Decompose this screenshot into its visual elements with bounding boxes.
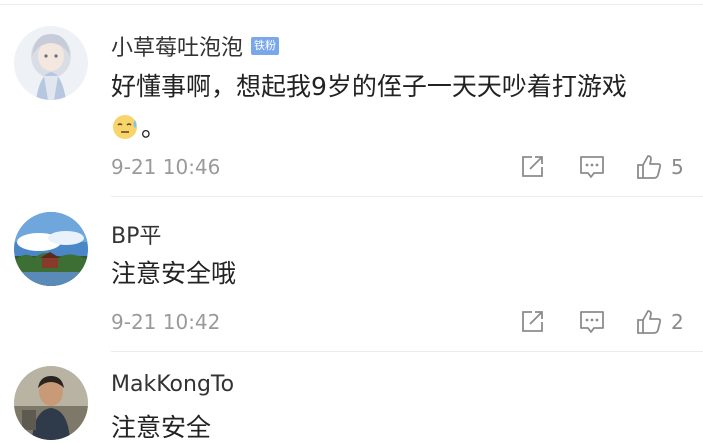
sweat-face-emoji	[111, 111, 141, 147]
share-icon	[522, 156, 543, 177]
boy-photo-avatar-image	[14, 366, 88, 440]
timestamp: 9-21 10:42	[111, 310, 221, 334]
username[interactable]: BP平	[111, 218, 161, 250]
landscape-avatar-image	[14, 212, 88, 286]
top-divider	[0, 4, 703, 5]
avatar[interactable]	[14, 366, 88, 440]
comment-icon	[580, 311, 604, 333]
anime-girl-avatar-image	[14, 26, 88, 100]
divider	[111, 196, 703, 197]
avatar[interactable]	[14, 26, 88, 100]
comment-text: 注意安全哦	[111, 259, 237, 288]
thumbs-up-icon	[637, 155, 662, 179]
comment-text: 好懂事啊，想起我9岁的侄子一天天吵着打游戏	[111, 72, 627, 101]
avatar[interactable]	[14, 212, 88, 286]
comment-button[interactable]	[578, 307, 606, 337]
comment-button[interactable]	[578, 152, 606, 182]
comment-text-end: 。	[141, 113, 167, 142]
comment-icon	[580, 156, 604, 178]
like-count: 2	[671, 310, 684, 334]
thumbs-up-icon	[637, 310, 662, 334]
share-button[interactable]	[519, 152, 545, 182]
comment-text: 注意安全	[111, 413, 212, 442]
username[interactable]: MakKongTo	[111, 372, 234, 397]
like-count: 5	[671, 155, 684, 179]
share-icon	[522, 311, 543, 332]
share-button[interactable]	[519, 307, 545, 337]
divider	[111, 351, 703, 352]
timestamp: 9-21 10:46	[111, 155, 221, 179]
fan-badge: 铁粉	[251, 37, 280, 55]
like-button[interactable]: 2	[635, 307, 684, 337]
comment-text-line2: 。	[111, 108, 166, 147]
username[interactable]: 小草莓吐泡泡	[111, 30, 243, 62]
like-button[interactable]: 5	[635, 152, 684, 182]
